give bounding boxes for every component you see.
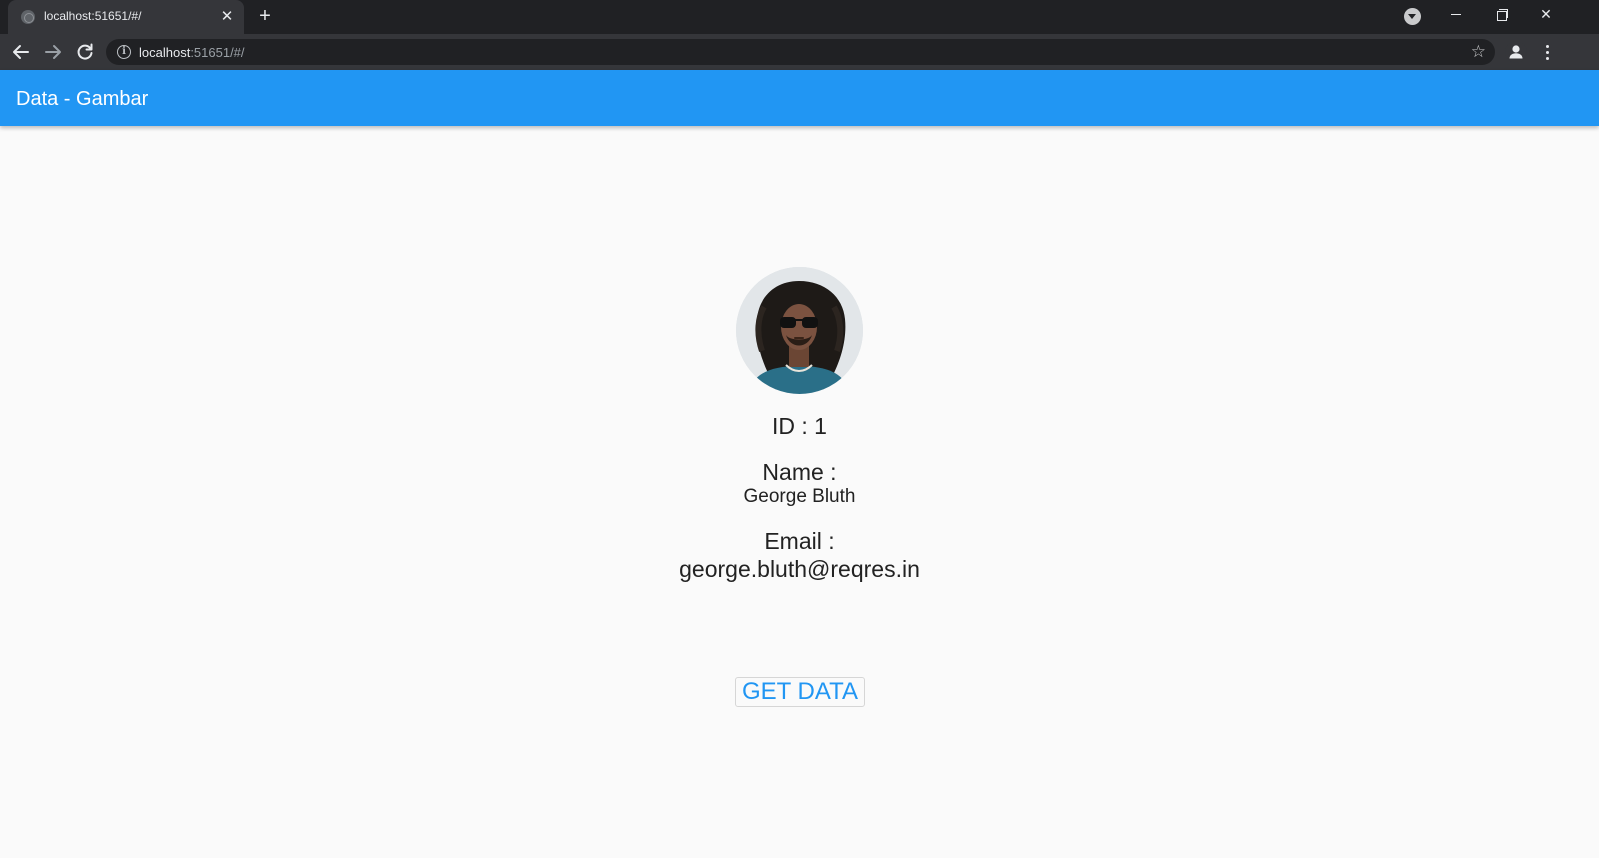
url-path: :51651/#/: [190, 45, 245, 60]
globe-icon: [21, 10, 35, 24]
profile-icon[interactable]: [1505, 41, 1527, 63]
kebab-menu-icon[interactable]: [1538, 40, 1558, 64]
name-label: Name :: [762, 459, 837, 485]
name-value: George Bluth: [743, 486, 856, 507]
main-content: ID : 1 Name : George Bluth Email : georg…: [0, 126, 1599, 858]
new-tab-button[interactable]: +: [254, 6, 276, 28]
tab-search-icon[interactable]: [1404, 8, 1421, 25]
avatar: [736, 267, 863, 394]
restore-button[interactable]: [1478, 0, 1524, 30]
tab-title: localhost:51651/#/: [44, 9, 142, 23]
close-tab-icon[interactable]: ✕: [218, 8, 236, 26]
get-data-button[interactable]: GET DATA: [735, 677, 865, 707]
star-icon[interactable]: ☆: [1471, 41, 1486, 63]
reload-icon[interactable]: [71, 38, 99, 66]
arrow-right-icon[interactable]: [39, 38, 67, 66]
minimize-button[interactable]: [1433, 0, 1479, 30]
browser-tab[interactable]: localhost:51651/#/ ✕: [8, 0, 244, 34]
browser-toolbar: i localhost:51651/#/ ☆: [0, 34, 1599, 70]
url-host: localhost: [139, 45, 191, 60]
browser-tab-strip: localhost:51651/#/ ✕ + ✕: [0, 0, 1599, 34]
email-label: Email :: [764, 528, 835, 554]
url-text[interactable]: localhost:51651/#/: [139, 45, 245, 60]
user-id: ID : 1: [772, 413, 827, 439]
arrow-left-icon[interactable]: [7, 38, 35, 66]
app-title: Data - Gambar: [16, 88, 149, 110]
email-value: george.bluth@reqres.in: [679, 556, 920, 582]
app-bar: Data - Gambar: [0, 70, 1599, 126]
window-close-button[interactable]: ✕: [1523, 0, 1569, 30]
address-bar[interactable]: i localhost:51651/#/ ☆: [106, 39, 1495, 65]
info-icon[interactable]: i: [117, 45, 131, 59]
